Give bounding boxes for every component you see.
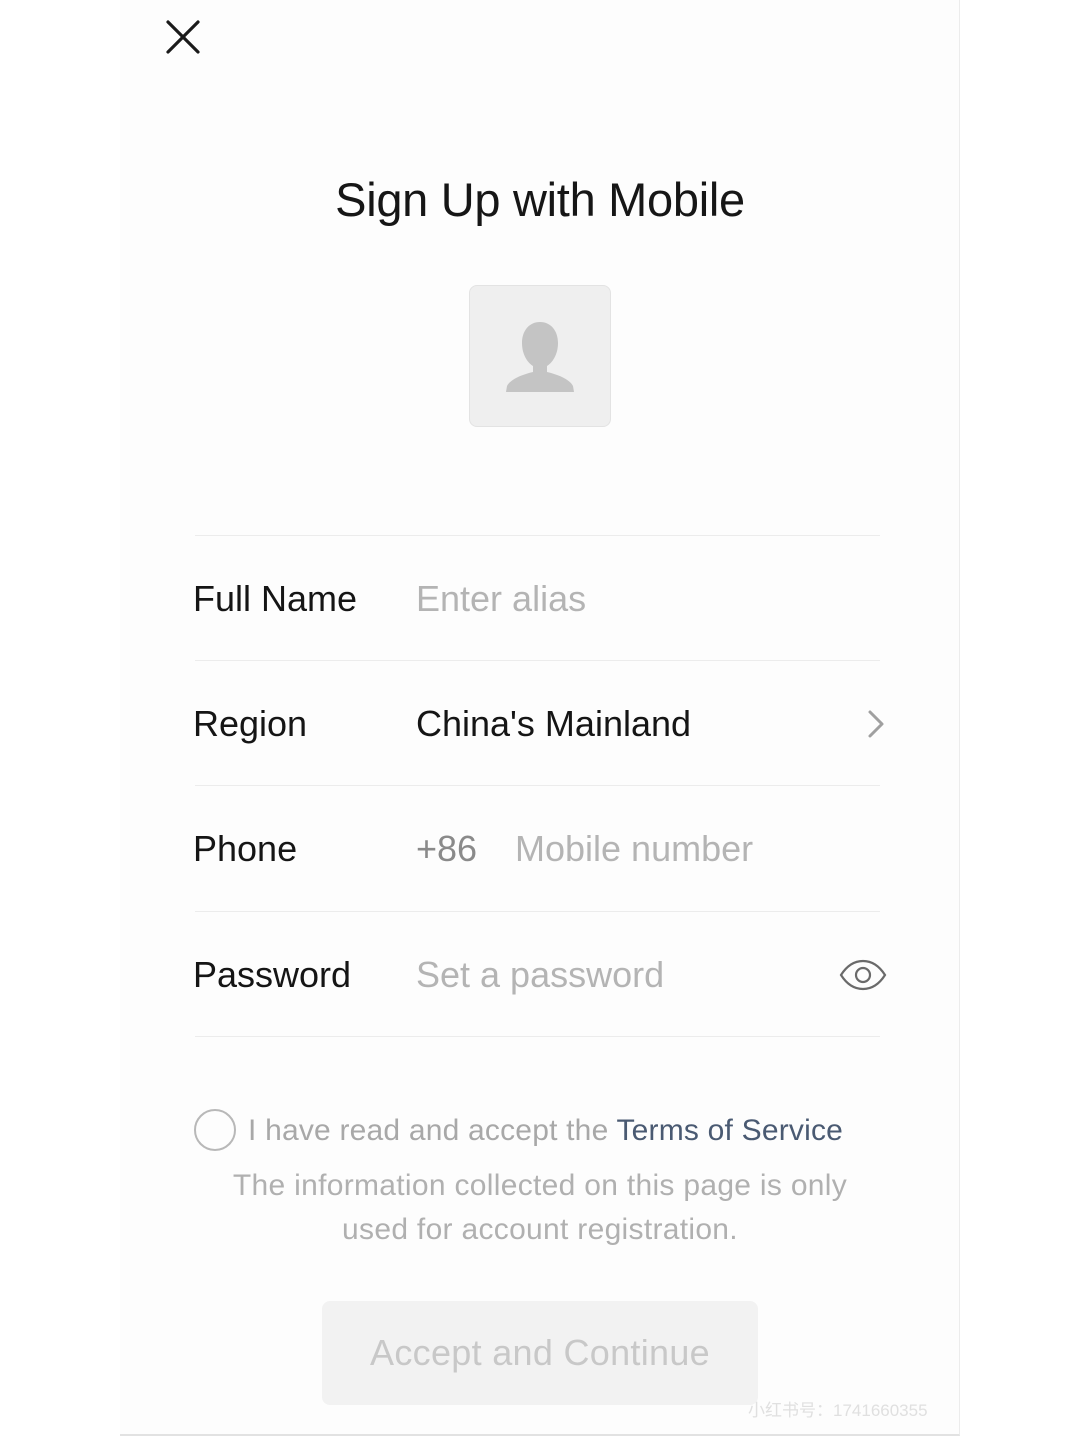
person-silhouette-icon (506, 322, 574, 392)
divider (195, 660, 880, 661)
terms-of-service-link[interactable]: Terms of Service (616, 1114, 843, 1147)
full-name-row[interactable]: Full Name Enter alias (193, 537, 890, 661)
divider (195, 1036, 880, 1037)
watermark: 小红书号：1741660355 (748, 1401, 928, 1420)
full-name-label: Full Name (193, 578, 358, 619)
eye-icon[interactable] (838, 959, 888, 991)
info-notice: The information collected on this page i… (232, 1169, 848, 1246)
divider (195, 911, 880, 912)
divider (195, 785, 880, 786)
close-button[interactable] (162, 16, 204, 58)
phone-row[interactable]: Phone +86 Mobile number (193, 787, 890, 911)
country-code[interactable]: +86 (416, 828, 477, 870)
page-title: Sign Up with Mobile (335, 173, 745, 226)
phone-input[interactable]: Mobile number (515, 828, 753, 870)
consent-text: I have read and accept the Terms of Serv… (248, 1114, 843, 1148)
close-icon (166, 20, 200, 54)
password-label: Password (193, 954, 352, 995)
region-label: Region (193, 703, 308, 744)
terms-consent: I have read and accept the Terms of Serv… (194, 1108, 894, 1156)
password-row[interactable]: Password Set a password (193, 913, 890, 1037)
avatar-picker[interactable] (469, 285, 611, 427)
consent-prefix: I have read and accept the (248, 1114, 617, 1147)
password-input[interactable]: Set a password (416, 954, 664, 996)
terms-checkbox[interactable] (194, 1109, 236, 1151)
region-value[interactable]: China's Mainland (416, 703, 691, 745)
full-name-input[interactable]: Enter alias (416, 578, 586, 620)
chevron-right-icon (868, 710, 884, 738)
phone-label: Phone (193, 828, 298, 869)
region-row[interactable]: Region China's Mainland (193, 662, 890, 786)
accept-continue-button[interactable]: Accept and Continue (322, 1301, 758, 1405)
divider (195, 535, 880, 536)
